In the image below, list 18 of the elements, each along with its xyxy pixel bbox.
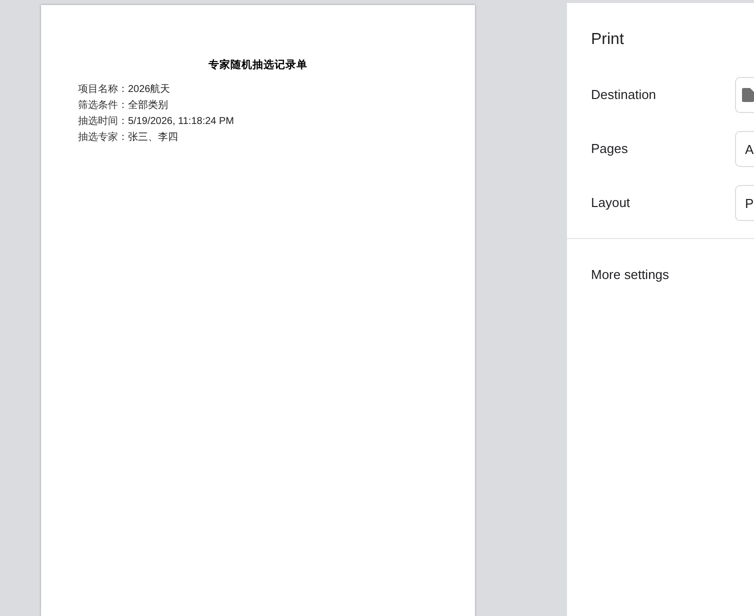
field-label: 抽选时间： <box>78 114 128 128</box>
more-settings-toggle[interactable]: More settings <box>591 267 670 283</box>
field-value: 2026航天 <box>128 82 170 96</box>
setting-label: Destination <box>591 87 658 103</box>
document-icon <box>742 88 754 102</box>
setting-label: Layout <box>591 195 632 211</box>
select-field[interactable] <box>735 77 754 113</box>
field-value: 全部类别 <box>128 98 168 112</box>
field-label: 抽选专家： <box>78 130 128 144</box>
field-value: 5/19/2026, 11:18:24 PM <box>128 114 234 128</box>
field-label: 筛选条件： <box>78 98 128 112</box>
panel-title: Print <box>591 30 624 50</box>
field-value: 张三、李四 <box>128 130 178 144</box>
select-field[interactable]: A <box>735 131 754 167</box>
document-title: 专家随机抽选记录单 <box>208 58 308 72</box>
field-label: 项目名称： <box>78 82 128 96</box>
setting-label: Pages <box>591 141 629 157</box>
select-field[interactable]: P <box>735 185 754 221</box>
